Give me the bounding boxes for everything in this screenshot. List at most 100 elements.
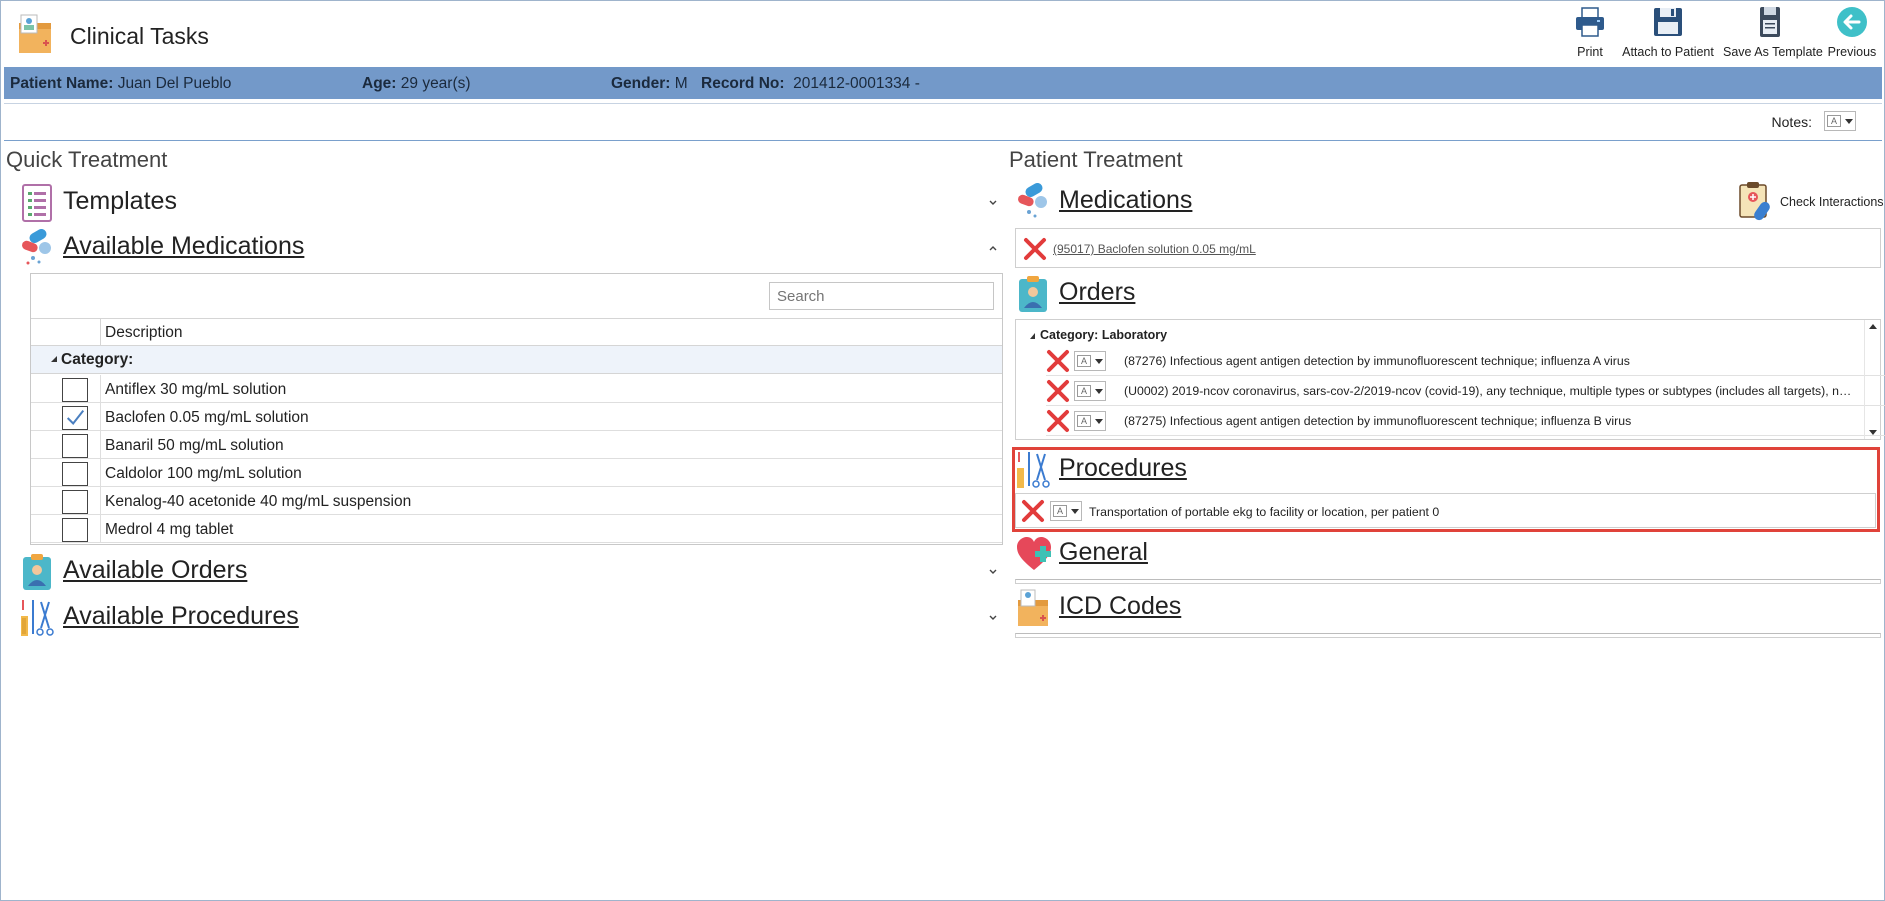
medication-name: Caldolor 100 mg/mL solution: [105, 465, 302, 482]
icd-codes-title[interactable]: ICD Codes: [1059, 592, 1181, 621]
header: Clinical Tasks Print Attach to Patient S…: [1, 1, 1884, 65]
save-disk-icon: [1654, 8, 1682, 36]
medication-row[interactable]: Medrol 4 mg tablet: [31, 515, 1002, 543]
age-value: 29 year(s): [400, 75, 471, 92]
scroll-down-icon[interactable]: [1869, 430, 1877, 435]
previous-label: Previous: [1827, 45, 1877, 59]
icd-box-icon: [1018, 589, 1048, 626]
general-section[interactable]: General: [1015, 534, 1881, 574]
page-title: Clinical Tasks: [70, 23, 209, 49]
collapse-triangle-icon[interactable]: [51, 356, 57, 362]
general-list: [1015, 579, 1881, 584]
scroll-up-icon[interactable]: [1869, 324, 1877, 329]
delete-x-icon[interactable]: [1023, 237, 1047, 261]
icd-codes-section[interactable]: ICD Codes: [1015, 588, 1881, 628]
divider: [4, 103, 1882, 104]
patient-medications-list: (95017) Baclofen solution 0.05 mg/mL: [1015, 228, 1881, 268]
order-note-dropdown[interactable]: A: [1074, 411, 1106, 431]
order-row[interactable]: A (87276) Infectious agent antigen detect…: [1046, 346, 1885, 376]
order-row[interactable]: A (U0002) 2019-ncov coronavirus, sars-cov…: [1046, 376, 1885, 406]
procedures-title[interactable]: Procedures: [1059, 454, 1187, 483]
available-procedures-title[interactable]: Available Procedures: [63, 602, 299, 631]
attach-to-patient-button[interactable]: Attach to Patient: [1621, 5, 1715, 63]
notes-control: Notes: A: [1772, 111, 1856, 131]
medication-checkbox[interactable]: [62, 490, 88, 514]
attach-label: Attach to Patient: [1622, 45, 1714, 59]
save-template-icon: [1760, 7, 1780, 37]
note-icon: A: [1077, 385, 1091, 397]
procedure-item: Transportation of portable ekg to facili…: [1089, 505, 1440, 519]
patient-info-bar: Patient Name: Juan Del Pueblo Age: 29 ye…: [4, 67, 1882, 99]
order-row[interactable]: A (87275) Infectious agent antigen detect…: [1046, 406, 1885, 436]
search-input[interactable]: [769, 282, 994, 310]
surgical-tools-icon: [21, 600, 54, 636]
orders-clipboard-icon: [1019, 276, 1047, 312]
medication-row[interactable]: Kenalog-40 acetonide 40 mg/mL suspension: [31, 487, 1002, 515]
medication-row[interactable]: Baclofen 0.05 mg/mL solution: [31, 403, 1002, 431]
pills-icon: [22, 229, 51, 265]
chevron-down-icon[interactable]: [987, 612, 999, 624]
patient-procedures-list: A Transportation of portable ekg to faci…: [1015, 493, 1876, 528]
surgical-tools-icon: [1017, 452, 1050, 488]
chevron-up-icon[interactable]: [987, 242, 999, 254]
pills-icon: [1018, 183, 1047, 218]
collapse-triangle-icon[interactable]: [1030, 333, 1035, 339]
interactions-clipboard-icon: [1739, 182, 1770, 221]
medication-row[interactable]: Caldolor 100 mg/mL solution: [31, 459, 1002, 487]
order-note-dropdown[interactable]: A: [1074, 351, 1106, 371]
medications-title[interactable]: Medications: [1059, 186, 1192, 215]
templates-title: Templates: [63, 187, 177, 215]
medication-name: Antiflex 30 mg/mL solution: [105, 381, 287, 398]
order-note-dropdown[interactable]: A: [1074, 381, 1106, 401]
delete-x-icon[interactable]: [1046, 409, 1070, 433]
available-procedures-section[interactable]: Available Procedures: [19, 598, 1002, 638]
chevron-down-icon[interactable]: [987, 197, 999, 209]
patient-medication-item[interactable]: (95017) Baclofen solution 0.05 mg/mL: [1053, 242, 1256, 256]
record-value: 201412-0001334 -: [793, 75, 920, 92]
delete-x-icon[interactable]: [1046, 349, 1070, 373]
save-as-template-button[interactable]: Save As Template: [1723, 5, 1823, 63]
previous-button[interactable]: Previous: [1827, 5, 1877, 63]
print-button[interactable]: Print: [1569, 5, 1611, 63]
patient-name-value: Juan Del Pueblo: [117, 75, 232, 92]
available-medications-section[interactable]: Available Medications: [19, 228, 1002, 268]
medication-row[interactable]: Banaril 50 mg/mL solution: [31, 431, 1002, 459]
check-interactions-button[interactable]: Check Interactions: [1737, 181, 1884, 223]
orders-section[interactable]: Orders: [1015, 274, 1881, 314]
record-label: Record No:: [701, 75, 785, 92]
gender-value: M: [674, 75, 688, 92]
clinical-tasks-icon: [19, 14, 51, 53]
chevron-down-icon: [1071, 508, 1079, 514]
medication-checkbox[interactable]: [62, 462, 88, 486]
patient-name-label: Patient Name:: [10, 75, 114, 92]
available-medications-title[interactable]: Available Medications: [63, 232, 304, 261]
quick-treatment-title: Quick Treatment: [6, 147, 168, 172]
procedures-section[interactable]: Procedures: [1015, 450, 1875, 490]
delete-x-icon[interactable]: [1021, 499, 1045, 523]
orders-title[interactable]: Orders: [1059, 278, 1135, 307]
order-text: (U0002) 2019-ncov coronavirus, sars-cov-…: [1124, 384, 1854, 398]
available-orders-title[interactable]: Available Orders: [63, 556, 247, 585]
column-description[interactable]: Description: [105, 324, 183, 342]
templates-section[interactable]: Templates: [19, 183, 1002, 223]
orders-scrollbar[interactable]: [1864, 320, 1880, 439]
medication-checkbox[interactable]: [62, 406, 88, 430]
notes-dropdown[interactable]: A: [1824, 111, 1856, 131]
available-orders-section[interactable]: Available Orders: [19, 552, 1002, 592]
medication-row[interactable]: Antiflex 30 mg/mL solution: [31, 375, 1002, 403]
medication-checkbox[interactable]: [62, 378, 88, 402]
category-group-row[interactable]: Category:: [31, 346, 1002, 374]
medication-name: Banaril 50 mg/mL solution: [105, 437, 284, 454]
chevron-down-icon: [1095, 388, 1103, 394]
general-title[interactable]: General: [1059, 538, 1148, 567]
delete-x-icon[interactable]: [1046, 379, 1070, 403]
patient-treatment-title: Patient Treatment: [1009, 147, 1183, 172]
check-interactions-label: Check Interactions: [1780, 195, 1884, 209]
medication-checkbox[interactable]: [62, 434, 88, 458]
procedure-note-dropdown[interactable]: A: [1050, 501, 1082, 521]
chevron-down-icon[interactable]: [987, 566, 999, 578]
medication-checkbox[interactable]: [62, 518, 88, 542]
gender-label: Gender:: [611, 75, 671, 92]
checkmark-icon: [66, 410, 85, 426]
order-category-row[interactable]: Category: Laboratory: [1030, 328, 1167, 342]
